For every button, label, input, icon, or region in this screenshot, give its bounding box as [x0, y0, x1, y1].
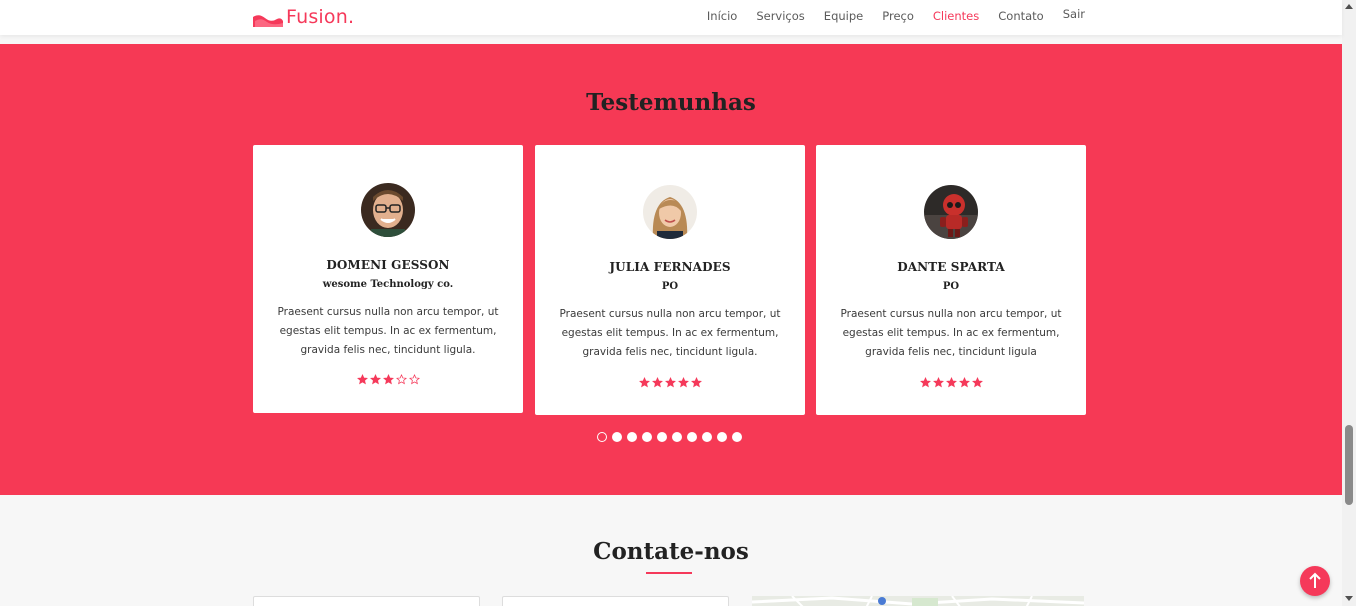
map-embed[interactable]	[752, 596, 1084, 606]
testimonials-section: Testemunhas DOMENI GESSON wesome Technol…	[0, 44, 1342, 495]
main-nav: Início Serviços Equipe Preço Clientes Co…	[688, 0, 1085, 32]
carousel-dot[interactable]	[657, 432, 667, 442]
nav-item-preco[interactable]: Preço	[882, 9, 914, 23]
carousel-dot[interactable]	[687, 432, 697, 442]
testimonial-card: DANTE SPARTA PO Praesent cursus nulla no…	[816, 145, 1086, 415]
star-empty-icon	[408, 374, 420, 385]
nav-item-sair[interactable]: Sair	[1063, 7, 1085, 21]
testimonial-name: DOMENI GESSON	[326, 258, 450, 272]
nav-item-inicio[interactable]: Início	[707, 9, 737, 23]
rating-stars	[535, 377, 805, 388]
brand-name: Fusion.	[286, 6, 355, 28]
carousel-dot[interactable]	[612, 432, 622, 442]
nav-item-equipe[interactable]: Equipe	[824, 9, 863, 23]
man-with-glasses-avatar-icon	[361, 183, 415, 237]
nav-item-contato[interactable]: Contato	[998, 9, 1043, 23]
testimonial-role: wesome Technology co.	[322, 279, 454, 290]
testimonial-name: JULIA FERNADES	[609, 260, 731, 274]
testimonial-role: PO	[661, 281, 679, 292]
title-underline	[646, 572, 692, 574]
page-scrollbar[interactable]	[1342, 0, 1356, 606]
testimonial-card: JULIA FERNADES PO Praesent cursus nulla …	[535, 145, 805, 415]
scroll-down-arrow-icon[interactable]	[1345, 596, 1353, 601]
brand-logo[interactable]: Fusion.	[253, 4, 354, 30]
carousel-dot[interactable]	[702, 432, 712, 442]
star-filled-icon	[690, 377, 702, 388]
star-empty-icon	[395, 374, 407, 385]
carousel-pagination	[597, 432, 742, 442]
star-filled-icon	[971, 377, 983, 388]
robot-avatar-icon	[924, 185, 978, 239]
rating-stars	[253, 374, 523, 385]
testimonial-text: Praesent cursus nulla non arcu tempor, u…	[840, 308, 1062, 358]
testimonials-title: Testemunhas	[586, 89, 756, 116]
star-filled-icon	[369, 374, 381, 385]
arrow-up-icon	[1309, 572, 1321, 588]
nav-item-servicos[interactable]: Serviços	[756, 9, 804, 23]
carousel-dot[interactable]	[597, 432, 607, 442]
rating-stars	[816, 377, 1086, 388]
woman-avatar-icon	[643, 185, 697, 239]
star-filled-icon	[919, 377, 931, 388]
star-filled-icon	[677, 377, 689, 388]
testimonial-text: Praesent cursus nulla non arcu tempor, u…	[277, 306, 499, 356]
carousel-dot[interactable]	[642, 432, 652, 442]
email-field[interactable]	[502, 596, 729, 606]
testimonial-card: DOMENI GESSON wesome Technology co. Prae…	[253, 145, 523, 413]
carousel-dot[interactable]	[672, 432, 682, 442]
star-filled-icon	[382, 374, 394, 385]
star-filled-icon	[664, 377, 676, 388]
testimonial-role: PO	[942, 281, 960, 292]
testimonial-text: Praesent cursus nulla non arcu tempor, u…	[559, 308, 781, 358]
name-field[interactable]	[253, 596, 480, 606]
page: Fusion. Início Serviços Equipe Preço Cli…	[0, 0, 1356, 606]
star-filled-icon	[945, 377, 957, 388]
scrollbar-thumb[interactable]	[1345, 425, 1353, 505]
nav-item-clientes[interactable]: Clientes	[933, 9, 979, 23]
carousel-dot[interactable]	[717, 432, 727, 442]
testimonial-name: DANTE SPARTA	[897, 260, 1005, 274]
scroll-up-arrow-icon[interactable]	[1345, 4, 1353, 9]
star-filled-icon	[932, 377, 944, 388]
star-filled-icon	[651, 377, 663, 388]
carousel-dot[interactable]	[627, 432, 637, 442]
wave-logo-icon	[253, 15, 283, 27]
star-filled-icon	[958, 377, 970, 388]
navbar: Fusion. Início Serviços Equipe Preço Cli…	[0, 0, 1342, 35]
carousel-dot[interactable]	[732, 432, 742, 442]
contact-title: Contate-nos	[593, 538, 749, 565]
star-filled-icon	[356, 374, 368, 385]
back-to-top-button[interactable]	[1300, 566, 1330, 596]
star-filled-icon	[638, 377, 650, 388]
